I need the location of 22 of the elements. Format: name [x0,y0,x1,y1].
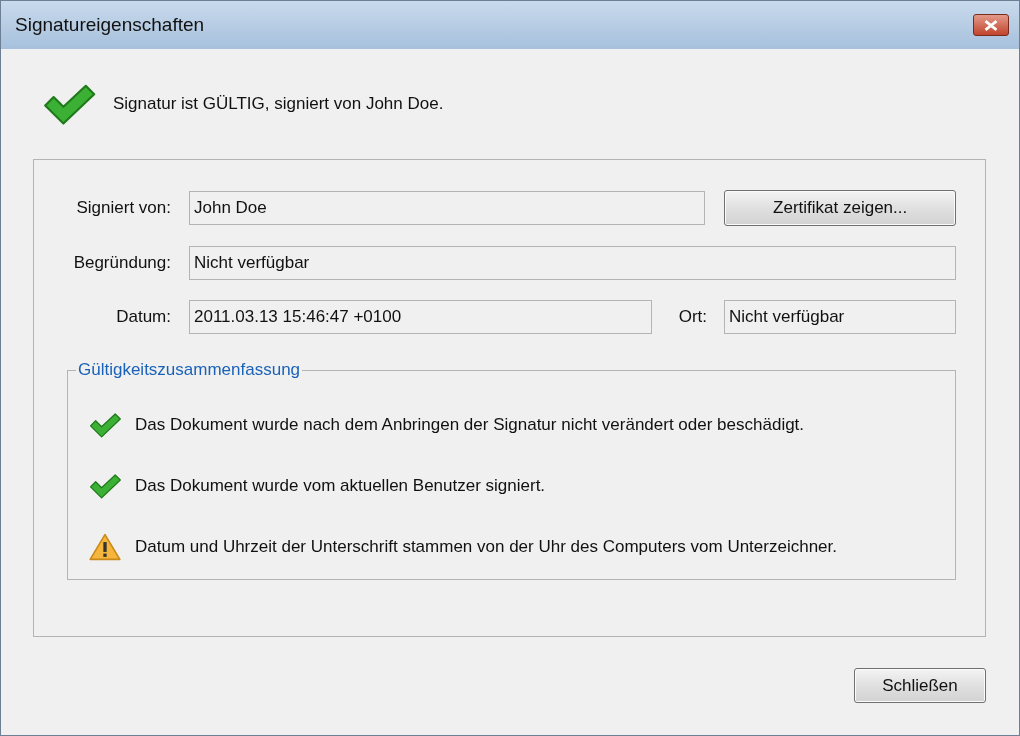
date-field[interactable]: 2011.03.13 15:46:47 +0100 [189,300,652,334]
group-title: Gültigkeitszusammenfassung [77,360,302,380]
summary-text: Das Dokument wurde vom aktuellen Benutzer signiert. [135,475,546,496]
checkmark-icon [88,410,122,439]
summary-text: Datum und Uhrzeit der Unterschrift stammen von der Uhr des Computers vom Unterzeichner. [135,536,837,557]
status-message: Signatur ist GÜLTIG, signiert von John Doe. [113,94,444,114]
field-label: Ort: [677,307,708,327]
warning-icon [88,532,122,561]
close-icon [984,19,998,31]
checkmark-icon [41,83,97,125]
field-label: Signiert von: [75,198,172,218]
checkmark-icon [88,471,122,500]
signer-field[interactable]: John Doe [189,191,706,225]
close-dialog-button[interactable]: Schließen [854,668,986,703]
window-title: Signatureigenschaften [15,14,205,36]
field-label: Begründung: [72,253,172,273]
reason-field[interactable]: Nicht verfügbar [189,246,956,280]
show-certificate-button[interactable]: Zertifikat zeigen... [724,190,956,226]
location-field[interactable]: Nicht verfügbar [724,300,956,334]
close-button[interactable] [973,14,1009,36]
field-label: Datum: [115,307,172,327]
summary-text: Das Dokument wurde nach dem Anbringen der Signatur nicht verändert oder beschädigt. [135,414,805,435]
